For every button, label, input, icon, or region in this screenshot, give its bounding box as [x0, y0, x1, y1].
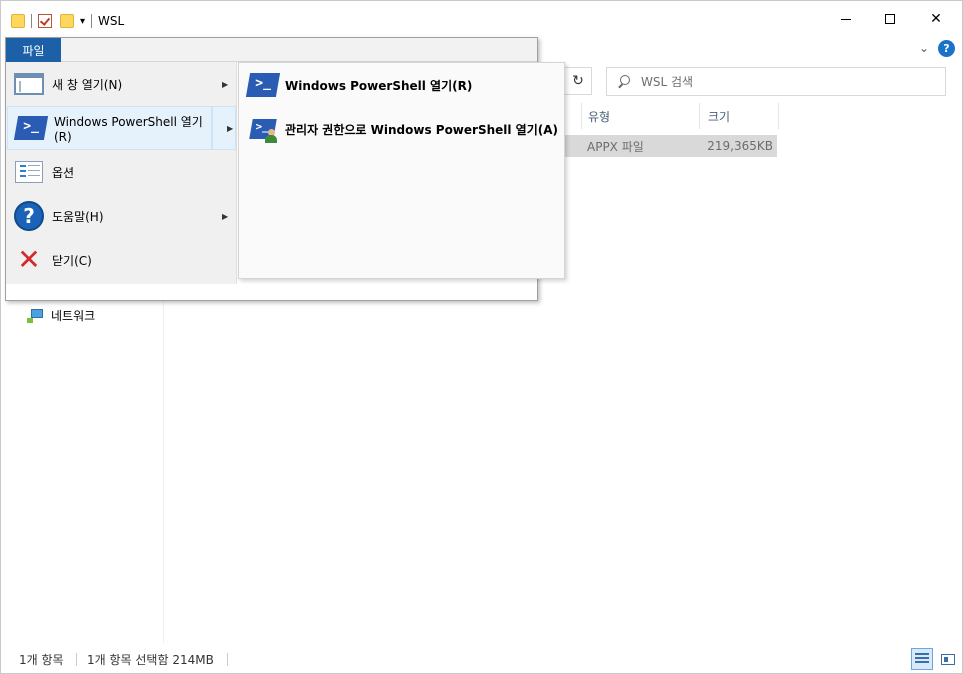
search-icon	[617, 74, 631, 89]
file-menu-tab-strip: 파일	[6, 38, 537, 62]
nav-item-label: 네트워크	[51, 309, 96, 323]
minimize-button[interactable]	[823, 5, 869, 33]
properties-icon[interactable]	[38, 14, 52, 28]
details-view-icon	[915, 653, 929, 665]
powershell-icon: >_	[13, 112, 49, 144]
status-item-count: 1개 항목	[19, 652, 64, 667]
search-input[interactable]	[641, 74, 921, 89]
close-icon: ✕	[930, 11, 942, 27]
maximize-button[interactable]	[867, 5, 913, 33]
file-menu: 파일 새 창 열기(N) ▶ >_ Windows PowerShell 열기(…	[5, 37, 565, 301]
maximize-icon	[885, 14, 895, 24]
status-selection: 1개 항목 선택함 214MB	[87, 652, 214, 667]
submenu-arrow-icon: ▶	[222, 211, 229, 221]
status-divider	[227, 653, 228, 666]
window-title: WSL	[98, 14, 125, 28]
help-icon[interactable]: ?	[938, 40, 955, 57]
new-window-icon	[13, 68, 45, 100]
submenu-arrow-icon: ▶	[222, 79, 229, 89]
customize-toolbar-arrow-icon[interactable]: ▾	[80, 16, 85, 27]
powershell-submenu: >_ Windows PowerShell 열기(R) >_ 관리자 권한으로 …	[238, 62, 565, 279]
status-bar: 1개 항목 1개 항목 선택함 214MB	[1, 647, 962, 671]
network-icon	[27, 308, 45, 324]
submenu-item-open-powershell-admin[interactable]: >_ 관리자 권한으로 Windows PowerShell 열기(A)	[239, 107, 564, 151]
close-x-icon: ✕	[17, 243, 41, 276]
submenu-arrow-icon: ▶	[227, 123, 234, 133]
options-icon	[13, 156, 45, 188]
admin-user-icon	[265, 129, 277, 143]
submenu-item-open-powershell[interactable]: >_ Windows PowerShell 열기(R)	[239, 63, 564, 107]
folder-icon	[11, 14, 25, 28]
menu-item-label: Windows PowerShell 열기(R)	[54, 114, 203, 144]
toolbar-divider	[31, 14, 32, 28]
navigation-pane: 네트워크	[1, 301, 164, 643]
nav-item-network[interactable]: 네트워크	[27, 307, 95, 324]
column-header-type[interactable]: 유형	[581, 103, 699, 129]
menu-item-help[interactable]: ? 도움말(H) ▶	[6, 194, 237, 238]
toolbar-divider	[91, 14, 93, 28]
new-folder-icon[interactable]	[60, 14, 74, 28]
menu-item-label: 닫기(C)	[52, 253, 92, 268]
file-type: APPX 파일	[587, 139, 644, 154]
file-size: 219,365KB	[707, 139, 773, 153]
menu-item-options[interactable]: 옵션	[6, 150, 237, 194]
file-menu-list: 새 창 열기(N) ▶ >_ Windows PowerShell 열기(R) …	[6, 62, 237, 284]
menu-item-label: 옵션	[52, 165, 75, 180]
submenu-item-label: 관리자 권한으로 Windows PowerShell 열기(A)	[285, 122, 559, 137]
menu-item-open-powershell[interactable]: >_ Windows PowerShell 열기(R) ▶	[7, 106, 233, 150]
menu-item-new-window[interactable]: 새 창 열기(N) ▶	[6, 62, 237, 106]
large-icons-view-icon	[941, 653, 955, 665]
title-bar: ▾ WSL ✕	[1, 1, 962, 37]
powershell-admin-icon: >_	[247, 113, 279, 145]
menu-item-close[interactable]: ✕ 닫기(C)	[6, 238, 237, 282]
expand-ribbon-chevron-icon[interactable]: ⌄	[919, 41, 929, 55]
explorer-window: ▾ WSL ✕ ⌄ ? ↻ 유형 크기 APPX 파일 219,365KB 네트…	[0, 0, 963, 674]
file-row[interactable]: APPX 파일 219,365KB	[564, 135, 777, 157]
menu-item-label: 새 창 열기(N)	[52, 77, 123, 92]
help-circle-icon: ?	[13, 200, 45, 232]
menu-item-label: 도움말(H)	[52, 209, 104, 224]
minimize-icon	[841, 18, 851, 20]
submenu-item-label: Windows PowerShell 열기(R)	[285, 78, 473, 93]
refresh-icon: ↻	[572, 73, 584, 89]
file-tab[interactable]: 파일	[6, 38, 61, 62]
close-window-button[interactable]: ✕	[913, 5, 959, 33]
large-icons-view-button[interactable]	[937, 648, 959, 670]
column-header-size[interactable]: 크기	[699, 103, 779, 129]
quick-access-toolbar: ▾ WSL	[11, 11, 124, 31]
powershell-icon: >_	[245, 69, 281, 101]
status-divider	[76, 653, 77, 666]
details-view-button[interactable]	[911, 648, 933, 670]
refresh-button[interactable]: ↻	[564, 67, 592, 95]
search-box[interactable]	[606, 67, 946, 96]
